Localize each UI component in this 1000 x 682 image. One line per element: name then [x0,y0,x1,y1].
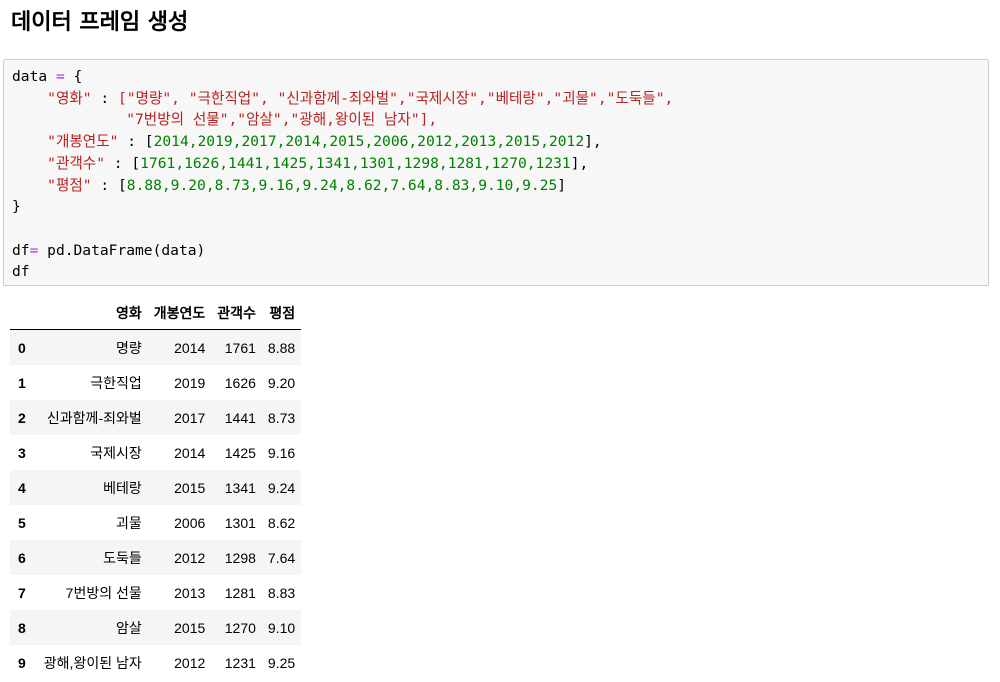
table-row: 6 도둑들 2012 1298 7.64 [10,540,302,575]
cell-rating: 9.10 [267,619,296,636]
cell-year: 2012 [174,549,206,566]
cell-audience: 1425 [224,444,256,461]
cell-year: 2017 [174,409,206,426]
code-key-audience: "관객수" [47,154,106,172]
cell-year: 2012 [174,654,206,671]
row-index: 1 [18,374,26,391]
cell-movie: 베테랑 [103,479,142,496]
cell-movie: 괴물 [115,514,142,531]
cell-rating: 9.20 [267,374,296,391]
code-close-brace: } [12,198,21,216]
cell-audience: 1281 [224,584,256,601]
cell-rating: 8.62 [267,514,296,531]
cell-movie: 극한직업 [90,374,142,391]
cell-audience: 1761 [224,339,256,356]
cell-rating: 8.88 [267,339,296,356]
cell-year: 2013 [174,584,206,601]
cell-movie: 명량 [115,339,142,356]
row-index: 6 [18,549,26,566]
table-row: 3 국제시장 2014 1425 9.16 [10,435,302,470]
cell-rating: 8.83 [267,584,296,601]
table-row: 4 베테랑 2015 1341 9.24 [10,470,302,505]
row-index: 0 [18,339,26,356]
cell-audience: 1626 [224,374,256,391]
cell-audience: 1231 [224,654,256,671]
cell-rating: 9.24 [267,479,296,496]
row-index: 3 [18,444,26,461]
code-movie-values-1: ["명량", "극한직업", "신과함께-죄와벌","국제시장","베테랑","… [117,89,674,107]
cell-audience: 1441 [224,409,256,426]
page-title: 데이터 프레임 생성 [11,10,189,35]
header-rating: 평점 [261,297,302,330]
cell-year: 2015 [174,479,206,496]
cell-movie: 신과함께-죄와벌 [46,409,142,426]
code-df-call: pd.DataFrame(data) [47,241,206,259]
code-df-display: df [12,263,30,281]
table-row: 1 극한직업 2019 1626 9.20 [10,365,302,400]
cell-movie: 광해,왕이된 남자 [43,654,142,671]
cell-movie: 국제시장 [90,444,142,461]
code-rating-values: 8.88,9.20,8.73,9.16,9.24,8.62,7.64,8.83,… [126,176,558,194]
cell-movie: 암살 [115,619,142,636]
cell-movie: 7번방의 선물 [65,584,142,601]
code-key-year: "개봉연도" [47,133,119,151]
cell-year: 2014 [174,444,206,461]
code-assign-op: = [47,68,74,85]
code-audience-values: 1761,1626,1441,1425,1341,1301,1298,1281,… [140,154,571,172]
cell-rating: 7.64 [267,549,296,566]
row-index: 5 [18,514,26,531]
cell-year: 2015 [174,619,206,636]
code-cell[interactable]: data = { "영화" : ["명량", "극한직업", "신과함께-죄와벌… [3,59,989,286]
table-row: 8 암살 2015 1270 9.10 [10,610,302,645]
cell-year: 2014 [174,339,206,356]
cell-year: 2019 [174,374,206,391]
cell-audience: 1301 [224,514,256,531]
cell-audience: 1298 [224,549,256,566]
row-index: 2 [18,409,26,426]
header-audience: 관객수 [211,297,262,330]
header-year: 개봉연도 [147,297,212,330]
row-index: 8 [18,619,26,636]
table-row: 9 광해,왕이된 남자 2012 1231 9.25 [10,645,302,680]
code-open-brace: { [73,68,83,85]
table-row: 2 신과함께-죄와벌 2017 1441 8.73 [10,400,302,435]
header-movie: 영화 [37,297,148,330]
code-key-movie: "영화" [47,89,92,107]
code-var-data: data [12,68,48,85]
dataframe-table: 영화 개봉연도 관객수 평점 0 명량 2014 1761 8.88 1 극한직업 2019… [10,297,302,680]
code-editor[interactable]: data = { "영화" : ["명량", "극한직업", "신과함께-죄와벌… [4,60,988,283]
code-year-values: 2014,2019,2017,2014,2015,2006,2012,2013,… [153,133,585,151]
cell-audience: 1341 [224,479,256,496]
cell-rating: 9.16 [267,444,296,461]
cell-rating: 8.73 [267,409,296,426]
code-key-rating: "평점" [47,176,92,194]
code-df-var: df [12,241,30,259]
header-index [10,297,38,330]
cell-movie: 도둑들 [103,549,142,566]
row-index: 4 [18,479,26,496]
table-header-row: 영화 개봉연도 관객수 평점 [10,297,302,330]
cell-year: 2006 [174,514,206,531]
code-movie-values-2: "7번방의 선물","암살","광해,왕이된 남자"], [126,111,438,129]
row-index: 7 [18,584,26,601]
cell-audience: 1270 [224,619,256,636]
row-index: 9 [18,654,26,671]
table-row: 7 7번방의 선물 2013 1281 8.83 [10,575,302,610]
code-df-assign-op: = [29,241,48,259]
table-row: 5 괴물 2006 1301 8.62 [10,505,302,540]
cell-rating: 9.25 [267,654,296,671]
table-row: 0 명량 2014 1761 8.88 [10,329,302,365]
